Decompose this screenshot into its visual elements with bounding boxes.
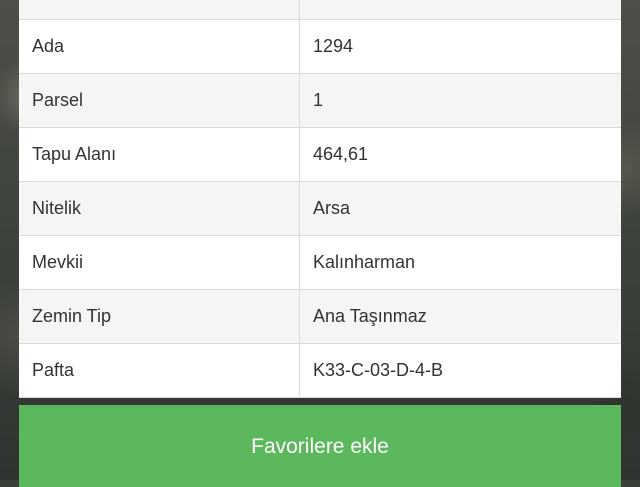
row-value: Arsa — [313, 198, 351, 218]
table-row: Mahalle No 152595 — [19, 0, 621, 20]
row-value: Kalınharman — [313, 252, 416, 272]
table-row: Tapu Alanı 464,61 — [19, 128, 621, 182]
row-label: Zemin Tip — [19, 290, 300, 343]
table-row: Parsel 1 — [19, 74, 621, 128]
row-value: K33-C-03-D-4-B — [313, 360, 444, 380]
row-label: Mevkii — [19, 236, 300, 289]
row-label: Nitelik — [19, 182, 300, 235]
row-value: 464,61 — [313, 144, 369, 164]
row-value: 152595 — [300, 0, 621, 19]
table-row: Mevkii Kalınharman — [19, 236, 621, 290]
table-row: Zemin Tip Ana Taşınmaz — [19, 290, 621, 344]
table-row: Ada 1294 — [19, 20, 621, 74]
row-label: Mahalle No — [19, 0, 300, 19]
row-label: Pafta — [19, 344, 300, 397]
row-label: Ada — [19, 20, 300, 73]
row-value: 1 — [313, 90, 324, 110]
row-value: Ana Taşınmaz — [313, 306, 427, 326]
property-info-table: Mahalle No 152595 Ada 1294 Parsel 1 Tapu… — [19, 0, 621, 398]
add-to-favorites-button[interactable]: Favorilere ekle — [19, 405, 621, 487]
row-value: 1294 — [313, 36, 354, 56]
row-label: Tapu Alanı — [19, 128, 300, 181]
table-row: Nitelik Arsa — [19, 182, 621, 236]
table-row: Pafta K33-C-03-D-4-B — [19, 344, 621, 398]
row-label: Parsel — [19, 74, 300, 127]
